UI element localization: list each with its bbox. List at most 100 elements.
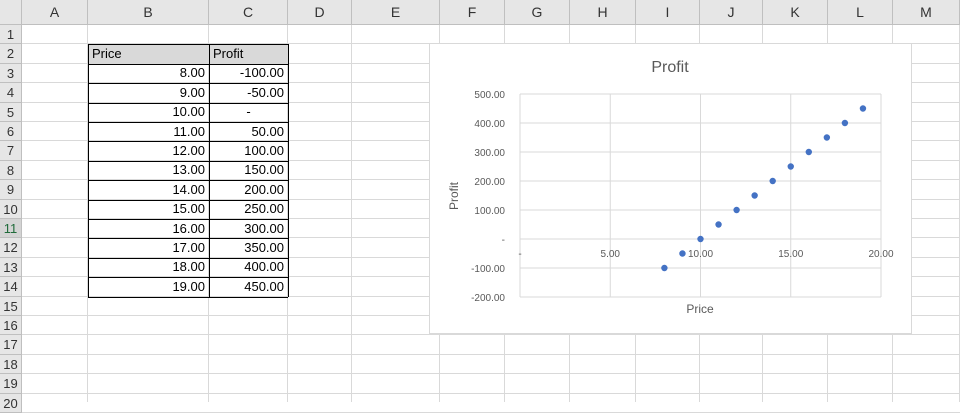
y-tick-label: -100.00 [471, 264, 505, 275]
price-cell[interactable]: 14.00 [88, 181, 209, 199]
table-border [88, 258, 288, 259]
table-border [88, 64, 288, 65]
data-point [787, 163, 794, 170]
table-border [88, 44, 89, 297]
row-header-5[interactable]: 5 [0, 102, 22, 122]
row-header-19[interactable]: 19 [0, 374, 22, 394]
row-gridline [22, 393, 960, 394]
row-header-2[interactable]: 2 [0, 44, 22, 64]
table-border [88, 161, 288, 162]
data-point [679, 250, 686, 257]
row-gridline [22, 354, 960, 355]
profit-cell[interactable]: -50.00 [209, 84, 288, 102]
table-border [88, 141, 288, 142]
column-header-h[interactable]: H [570, 0, 636, 25]
price-cell[interactable]: 16.00 [88, 220, 209, 238]
column-header-a[interactable]: A [22, 0, 88, 25]
row-header-13[interactable]: 13 [0, 257, 22, 278]
price-cell[interactable]: 17.00 [88, 239, 209, 257]
table-border [88, 180, 288, 181]
profit-cell[interactable]: 450.00 [209, 278, 288, 296]
chart-plot: Profit500.00400.00300.00200.00100.00--10… [447, 59, 894, 316]
profit-cell[interactable]: 400.00 [209, 258, 288, 276]
profit-cell[interactable]: 200.00 [209, 181, 288, 199]
profit-cell[interactable]: -100.00 [209, 64, 288, 82]
table-border [88, 219, 288, 220]
profit-cell[interactable]: 50.00 [209, 123, 288, 141]
profit-header-cell[interactable]: Profit [209, 44, 288, 64]
table-border [88, 277, 288, 278]
price-cell[interactable]: 19.00 [88, 278, 209, 296]
y-tick-label: 500.00 [474, 90, 505, 101]
price-cell[interactable]: 11.00 [88, 123, 209, 141]
y-tick-label: - [502, 235, 505, 246]
row-header-7[interactable]: 7 [0, 141, 22, 161]
data-point [661, 264, 668, 272]
price-header-cell[interactable]: Price [88, 44, 209, 64]
price-cell[interactable]: 13.00 [88, 161, 209, 179]
select-all-corner[interactable] [0, 0, 22, 25]
row-header-3[interactable]: 3 [0, 63, 22, 84]
profit-cell[interactable]: 350.00 [209, 239, 288, 257]
profit-cell[interactable]: 100.00 [209, 142, 288, 160]
profit-cell[interactable]: - [209, 103, 288, 121]
table-border [209, 44, 210, 297]
row-header-4[interactable]: 4 [0, 83, 22, 103]
column-header-m[interactable]: M [893, 0, 960, 25]
row-header-6[interactable]: 6 [0, 122, 22, 142]
column-header-b[interactable]: B [88, 0, 209, 25]
profit-cell[interactable]: 150.00 [209, 161, 288, 179]
row-header-18[interactable]: 18 [0, 354, 22, 375]
data-point [823, 134, 831, 141]
data-point [841, 119, 849, 127]
row-header-1[interactable]: 1 [0, 25, 22, 45]
scatter-chart[interactable]: Profit 500.00 400.00 300.00 200.00 100.00- -10… [429, 43, 912, 334]
price-cell[interactable]: 12.00 [88, 142, 209, 160]
row-header-11[interactable]: 11 [0, 219, 22, 239]
column-header-g[interactable]: G [505, 0, 570, 25]
column-header-f[interactable]: F [440, 0, 505, 25]
price-cell[interactable]: 18.00 [88, 258, 209, 276]
data-point [715, 221, 722, 228]
price-cell[interactable]: 10.00 [88, 103, 209, 121]
y-tick-label: 100.00 [474, 206, 505, 217]
chart-title: Profit [651, 59, 689, 76]
data-point [805, 148, 812, 156]
column-header-c[interactable]: C [209, 0, 288, 25]
y-axis-title: Profit [447, 181, 461, 210]
row-header-12[interactable]: 12 [0, 238, 22, 258]
y-tick-label: 200.00 [474, 177, 505, 188]
column-header-d[interactable]: D [288, 0, 352, 25]
y-tick-label: 400.00 [474, 119, 505, 130]
x-tick-label: 5.00 [601, 249, 621, 260]
price-cell[interactable]: 8.00 [88, 64, 209, 82]
price-cell[interactable]: 9.00 [88, 84, 209, 102]
row-header-9[interactable]: 9 [0, 180, 22, 200]
row-header-17[interactable]: 17 [0, 335, 22, 355]
table-border [88, 103, 288, 104]
x-axis-title: Price [686, 302, 714, 316]
data-point [769, 177, 776, 185]
data-point [751, 192, 758, 199]
row-header-8[interactable]: 8 [0, 160, 22, 181]
row-header-15[interactable]: 15 [0, 296, 22, 316]
data-point [697, 235, 704, 243]
column-header-e[interactable]: E [352, 0, 440, 25]
profit-cell[interactable]: 300.00 [209, 220, 288, 238]
row-header-10[interactable]: 10 [0, 199, 22, 219]
row-header-20[interactable]: 20 [0, 393, 22, 413]
table-border [88, 44, 288, 45]
table-border [88, 83, 288, 84]
column-header-l[interactable]: L [828, 0, 893, 25]
column-header-j[interactable]: J [700, 0, 763, 25]
profit-cell[interactable]: 250.00 [209, 200, 288, 218]
column-header-i[interactable]: I [636, 0, 700, 25]
price-cell[interactable]: 15.00 [88, 200, 209, 218]
table-border [88, 200, 288, 201]
table-border [88, 122, 288, 123]
table-border [88, 297, 288, 298]
column-header-k[interactable]: K [763, 0, 828, 25]
row-header-14[interactable]: 14 [0, 277, 22, 297]
row-header-16[interactable]: 16 [0, 316, 22, 336]
x-tick-label: - [518, 249, 521, 260]
